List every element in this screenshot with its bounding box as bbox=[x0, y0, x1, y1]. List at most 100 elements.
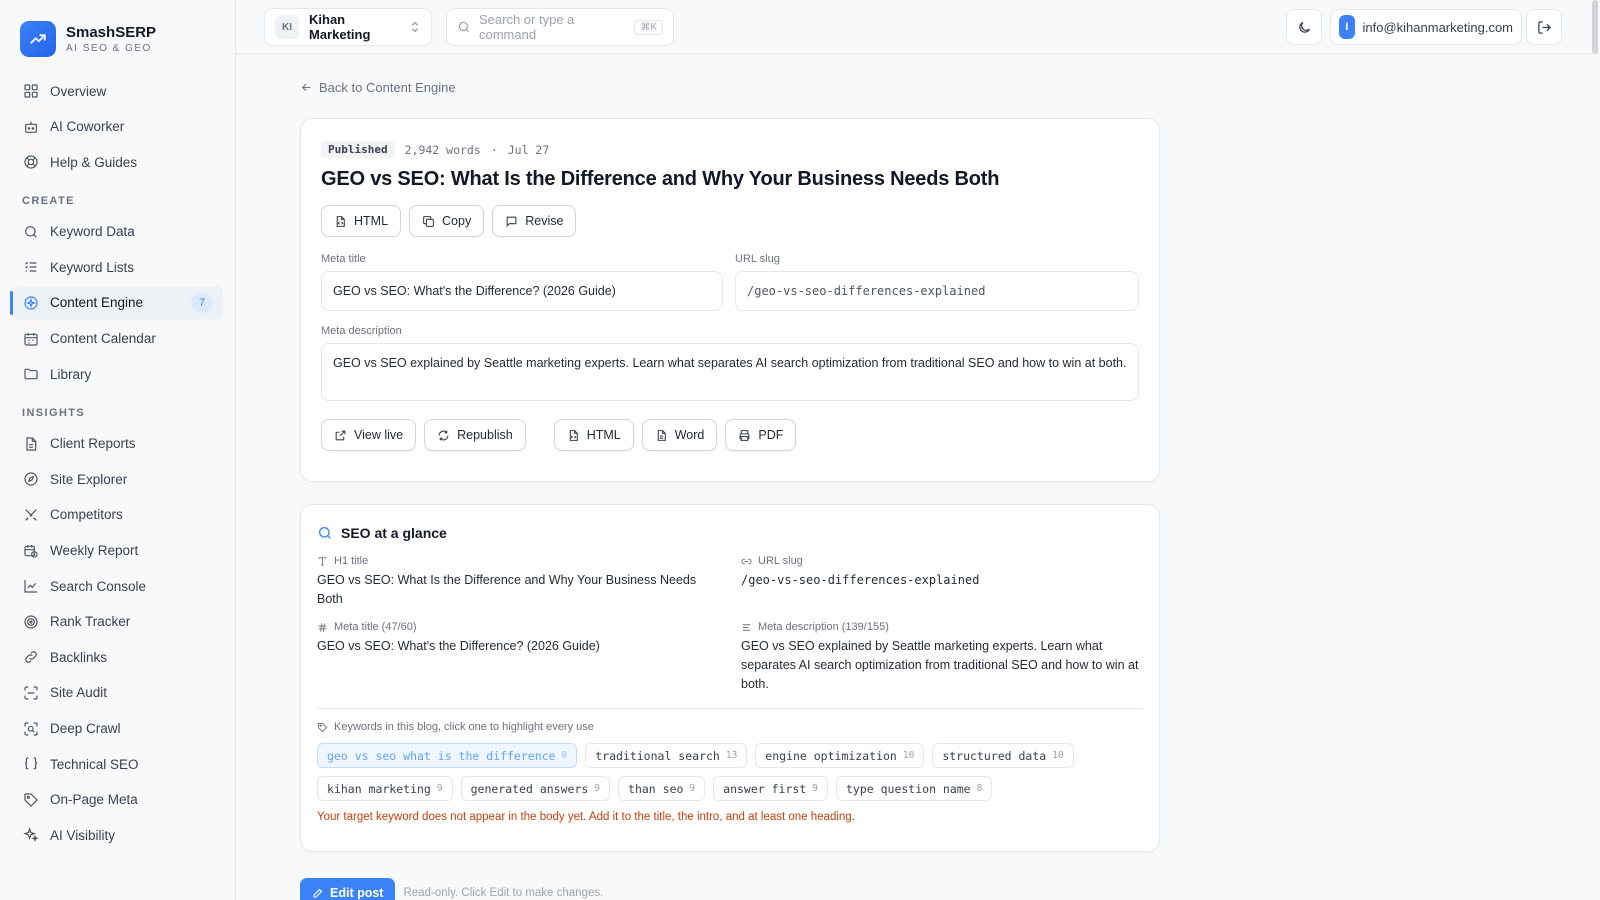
meta-description-input[interactable]: GEO vs SEO explained by Seattle marketin… bbox=[321, 343, 1139, 401]
sidebar-item-weekly-report[interactable]: Weekly Report bbox=[12, 534, 223, 568]
keyword-chip[interactable]: kihan marketing 9 bbox=[317, 776, 453, 801]
sidebar-item-label: On-Page Meta bbox=[50, 792, 138, 808]
h1-label: H1 title bbox=[334, 555, 369, 567]
meta-title-count-label: Meta title (47/60) bbox=[334, 621, 417, 633]
back-link[interactable]: Back to Content Engine bbox=[300, 80, 456, 95]
brand-subtitle: AI SEO & GEO bbox=[66, 43, 152, 54]
export-word-label: Word bbox=[674, 428, 705, 442]
keyword-count: 10 bbox=[902, 750, 915, 761]
scrollbar[interactable] bbox=[1592, 0, 1598, 54]
sidebar-item-keyword-lists[interactable]: Keyword Lists bbox=[12, 250, 223, 284]
grid-icon bbox=[22, 82, 40, 100]
sidebar-item-ai-visibility[interactable]: AI Visibility bbox=[12, 818, 223, 852]
republish-button[interactable]: Republish bbox=[424, 419, 526, 451]
sidebar-item-overview[interactable]: Overview bbox=[12, 74, 223, 108]
meta-title-input[interactable]: GEO vs SEO: What's the Difference? (2026… bbox=[321, 271, 723, 311]
sidebar-item-on-page-meta[interactable]: On-Page Meta bbox=[12, 783, 223, 817]
sidebar-item-label: AI Coworker bbox=[50, 119, 125, 135]
post-title: GEO vs SEO: What Is the Difference and W… bbox=[321, 168, 1000, 190]
post-date: Jul 27 bbox=[507, 142, 550, 157]
url-slug-input[interactable]: /geo-vs-seo-differences-explained bbox=[735, 271, 1139, 311]
file-text-icon bbox=[655, 429, 668, 442]
sidebar-item-backlinks[interactable]: Backlinks bbox=[12, 640, 223, 674]
keyword-chip[interactable]: traditional search 13 bbox=[585, 743, 748, 768]
meta-desc-block: Meta description (139/155) GEO vs SEO ex… bbox=[741, 621, 1141, 694]
keyword-text: kihan marketing bbox=[327, 781, 431, 796]
sidebar-item-technical-seo[interactable]: Technical SEO bbox=[12, 747, 223, 781]
keyword-text: geo vs seo what is the difference bbox=[327, 748, 556, 763]
scan-search-icon bbox=[22, 720, 40, 738]
copy-button[interactable]: Copy bbox=[409, 205, 485, 237]
sidebar-item-content-calendar[interactable]: Content Calendar bbox=[12, 322, 223, 356]
sidebar-item-keyword-data[interactable]: Keyword Data bbox=[12, 215, 223, 249]
sidebar-item-deep-crawl[interactable]: Deep Crawl bbox=[12, 712, 223, 746]
h1-block: H1 title GEO vs SEO: What Is the Differe… bbox=[317, 555, 725, 609]
logout-button[interactable] bbox=[1526, 9, 1562, 45]
list-icon bbox=[22, 258, 40, 276]
html-button[interactable]: HTML bbox=[321, 205, 402, 237]
keyword-chip[interactable]: geo vs seo what is the difference 0 bbox=[317, 743, 578, 768]
sidebar-item-search-console[interactable]: Search Console bbox=[12, 569, 223, 603]
slug-block: URL slug /geo-vs-seo-differences-explain… bbox=[741, 555, 1141, 609]
theme-toggle-button[interactable] bbox=[1286, 9, 1322, 45]
keyword-chip[interactable]: engine optimization 10 bbox=[755, 743, 925, 768]
sidebar-item-label: Rank Tracker bbox=[50, 614, 131, 630]
slug-value: /geo-vs-seo-differences-explained bbox=[741, 573, 980, 587]
search-placeholder: Search or type a command bbox=[479, 12, 575, 42]
sidebar-item-site-audit[interactable]: Site Audit bbox=[12, 676, 223, 710]
sidebar-nav: Overview AI Coworker Help & Guides CREAT… bbox=[0, 62, 235, 852]
keyword-chip[interactable]: than seo 9 bbox=[618, 776, 706, 801]
sidebar-item-help[interactable]: Help & Guides bbox=[12, 145, 223, 179]
keyword-count: 9 bbox=[689, 783, 696, 794]
workspace-switcher[interactable]: KI Kihan Marketing bbox=[264, 8, 432, 46]
keyword-chip[interactable]: generated answers 9 bbox=[460, 776, 611, 801]
keyword-count: 9 bbox=[436, 783, 443, 794]
keyword-chip[interactable]: structured data 10 bbox=[932, 743, 1074, 768]
post-actions: HTML Copy Revise bbox=[321, 205, 1139, 237]
post-card: Published 2,942 words · Jul 27 GEO vs SE… bbox=[300, 118, 1160, 482]
target-icon bbox=[22, 613, 40, 631]
keyword-text: structured data bbox=[942, 748, 1047, 763]
sidebar-item-client-reports[interactable]: Client Reports bbox=[12, 427, 223, 461]
search-icon bbox=[22, 223, 40, 241]
keyword-text: than seo bbox=[628, 781, 684, 796]
sidebar-item-library[interactable]: Library bbox=[12, 357, 223, 391]
export-html-button[interactable]: HTML bbox=[553, 419, 634, 451]
align-left-icon bbox=[741, 622, 752, 633]
sidebar-item-content-engine[interactable]: Content Engine 7 bbox=[10, 285, 223, 320]
swords-icon bbox=[22, 506, 40, 524]
topbar: KI Kihan Marketing Search or type a comm… bbox=[236, 0, 1600, 54]
export-word-button[interactable]: Word bbox=[641, 419, 718, 451]
avatar: I bbox=[1339, 15, 1355, 39]
sidebar-item-label: Deep Crawl bbox=[50, 721, 121, 736]
glance-title: SEO at a glance bbox=[341, 525, 447, 541]
sidebar-item-site-explorer[interactable]: Site Explorer bbox=[12, 462, 223, 496]
user-menu[interactable]: I info@kihanmarketing.com bbox=[1330, 9, 1522, 45]
keyword-count: 0 bbox=[561, 750, 568, 761]
sidebar-item-ai-coworker[interactable]: AI Coworker bbox=[12, 110, 223, 144]
sidebar-item-rank-tracker[interactable]: Rank Tracker bbox=[12, 605, 223, 639]
status-badge: Published bbox=[321, 141, 395, 158]
view-live-button[interactable]: View live bbox=[321, 419, 417, 451]
sidebar-item-competitors[interactable]: Competitors bbox=[12, 498, 223, 532]
keyword-chip[interactable]: type question name 8 bbox=[835, 776, 993, 801]
command-search[interactable]: Search or type a command ⌘K bbox=[446, 8, 674, 46]
edit-post-button[interactable]: Edit post bbox=[300, 878, 396, 900]
export-pdf-button[interactable]: PDF bbox=[725, 419, 797, 451]
robot-icon bbox=[22, 118, 40, 136]
sidebar-item-label: Library bbox=[50, 366, 92, 382]
brand[interactable]: SmashSERP AI SEO & GEO bbox=[0, 0, 235, 62]
meta-title-block: Meta title (47/60) GEO vs SEO: What's th… bbox=[317, 621, 725, 694]
section-label-create: CREATE bbox=[22, 194, 75, 207]
folder-icon bbox=[22, 365, 40, 383]
sidebar-item-label: Help & Guides bbox=[50, 154, 138, 170]
revise-button[interactable]: Revise bbox=[492, 205, 577, 237]
keyword-count: 10 bbox=[1052, 750, 1064, 761]
meta-fields-row: Meta title GEO vs SEO: What's the Differ… bbox=[321, 253, 1139, 311]
keyword-chip[interactable]: answer first 9 bbox=[713, 776, 828, 801]
calendar-icon bbox=[22, 330, 40, 348]
lifebuoy-icon bbox=[22, 153, 40, 171]
sparkles-icon bbox=[22, 826, 40, 844]
sidebar-item-label: Site Audit bbox=[50, 685, 108, 701]
divider bbox=[317, 708, 1143, 709]
